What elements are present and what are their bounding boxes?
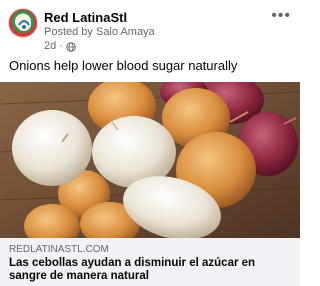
link-domain: REDLATINASTL.COM (9, 244, 109, 255)
link-preview-card[interactable]: REDLATINASTL.COM Las cebollas ayudan a d… (0, 238, 300, 286)
post-header: Red LatinaStl Posted by Salo Amaya 2d · … (0, 0, 300, 56)
link-title[interactable]: Las cebollas ayudan a disminuir el azúca… (9, 257, 293, 283)
page-avatar[interactable] (8, 8, 38, 38)
globe-icon (66, 41, 76, 52)
posted-by-text[interactable]: Posted by Salo Amaya (44, 26, 155, 39)
onions-photo[interactable] (0, 82, 300, 238)
more-options-icon[interactable]: ••• (271, 8, 291, 24)
separator-dot: · (59, 40, 63, 52)
post-timestamp[interactable]: 2d (44, 40, 56, 53)
post-meta: 2d · (44, 40, 76, 53)
post-text: Onions help lower blood sugar naturally (9, 58, 238, 73)
page-name-link[interactable]: Red LatinaStl (44, 10, 127, 25)
